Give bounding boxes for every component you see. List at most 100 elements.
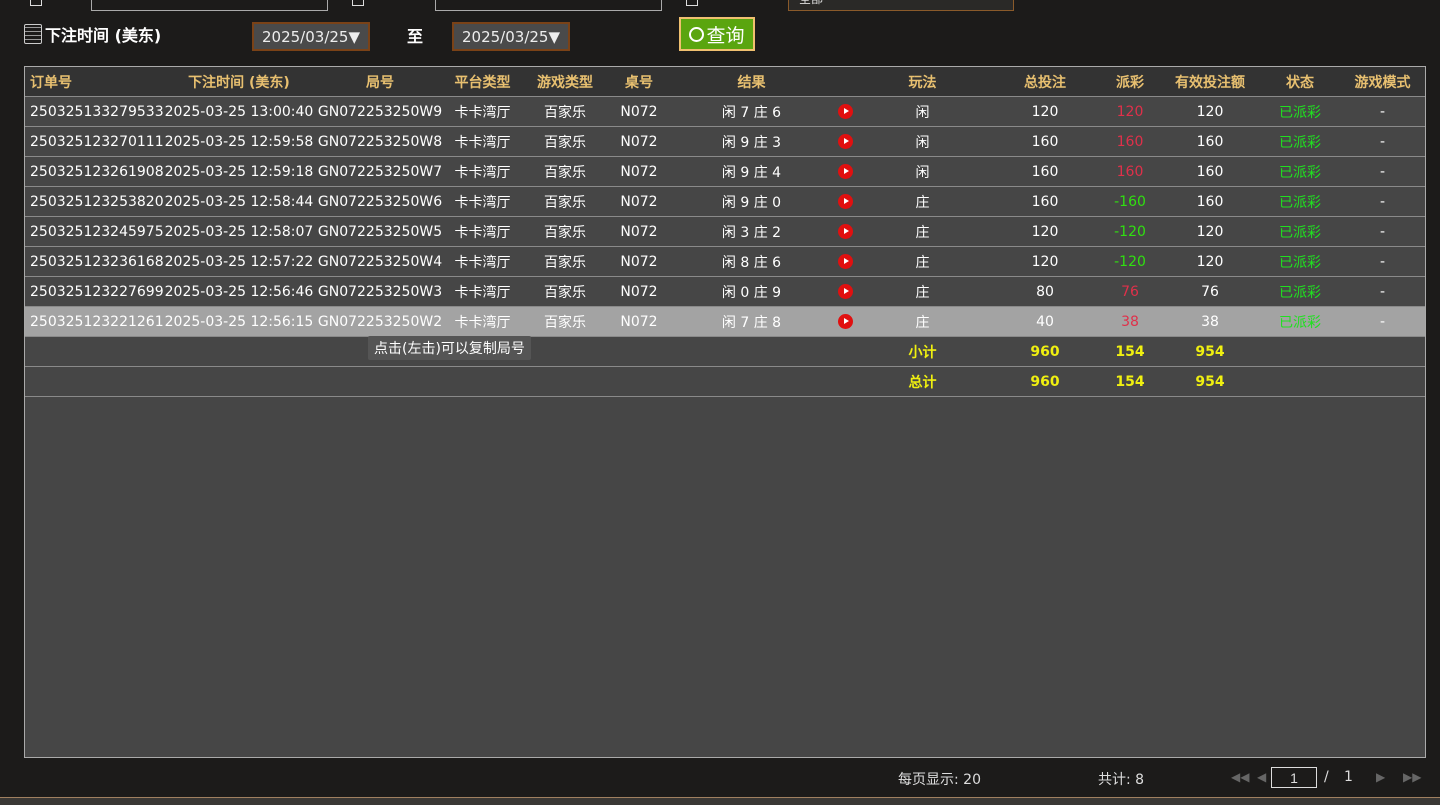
- search-icon: [689, 26, 705, 42]
- cell[interactable]: GN072253250W3: [315, 284, 445, 300]
- cell: 120: [1031, 223, 1059, 240]
- video-play-icon[interactable]: [835, 164, 855, 180]
- top-select[interactable]: 全部: [788, 0, 1014, 11]
- cell: 120: [1196, 223, 1224, 240]
- table-row[interactable]: 250325123236168 2025-03-25 12:57:22 GN0722…: [25, 247, 1425, 277]
- cell: 已派彩: [1279, 164, 1321, 181]
- page-input[interactable]: [1271, 767, 1317, 788]
- cell: 40: [1036, 313, 1054, 330]
- cell: -: [1379, 103, 1386, 120]
- cell: 庄: [915, 254, 930, 271]
- video-play-icon[interactable]: [835, 104, 855, 120]
- cell: -: [1379, 193, 1386, 210]
- cell: 120: [1116, 103, 1144, 120]
- cell: -: [1379, 283, 1386, 300]
- table-row[interactable]: 250325123245975 2025-03-25 12:58:07 GN0722…: [25, 217, 1425, 247]
- column-header: 游戏类型: [537, 74, 593, 91]
- cell: 庄: [915, 284, 930, 301]
- column-header: 游戏模式: [1354, 74, 1411, 91]
- cell[interactable]: GN072253250W8: [315, 134, 445, 150]
- grandtotal-label: 总计: [908, 374, 937, 391]
- cell: 120: [1031, 103, 1059, 120]
- column-header: 结果: [737, 74, 766, 91]
- cell: 闲: [915, 164, 930, 181]
- cell[interactable]: GN072253250W7: [315, 164, 445, 180]
- video-play-icon[interactable]: [835, 284, 855, 300]
- cell: 250325123245975: [30, 223, 163, 240]
- first-page-icon[interactable]: ◀◀: [1231, 770, 1249, 784]
- cell: 120: [1196, 103, 1224, 120]
- cell: 120: [1196, 253, 1224, 270]
- table-row[interactable]: 250325123227699 2025-03-25 12:56:46 GN0722…: [25, 277, 1425, 307]
- table-row[interactable]: 250325123221261 2025-03-25 12:56:15 GN0722…: [25, 307, 1425, 337]
- cell: 已派彩: [1279, 224, 1321, 241]
- text-input-2[interactable]: [435, 0, 662, 11]
- column-header: 派彩: [1116, 74, 1144, 91]
- cell: 2025-03-25 12:59:58: [164, 133, 314, 150]
- date-from[interactable]: 2025/03/25▼: [252, 22, 370, 51]
- prev-page-icon[interactable]: ◀: [1257, 770, 1266, 784]
- cell: 闲 7 庄 6: [721, 104, 782, 121]
- cell: 160: [1031, 163, 1059, 180]
- query-button[interactable]: 查询: [679, 17, 755, 51]
- cell: 160: [1116, 163, 1144, 180]
- cell: 2025-03-25 12:59:18: [164, 163, 314, 180]
- cell: -: [1379, 163, 1386, 180]
- cell: 已派彩: [1279, 254, 1321, 271]
- cell: 38: [1201, 313, 1219, 330]
- cell: 2025-03-25 13:00:40: [164, 103, 314, 120]
- cell[interactable]: GN072253250W4: [315, 254, 445, 270]
- cell: -: [1379, 133, 1386, 150]
- cell: 250325123270111: [30, 133, 163, 150]
- column-header: 状态: [1286, 74, 1314, 91]
- cell[interactable]: GN072253250W2: [315, 314, 445, 330]
- cell: 卡卡湾厅: [454, 134, 511, 151]
- cell: 卡卡湾厅: [454, 284, 511, 301]
- text-input-1[interactable]: [91, 0, 328, 11]
- cell: 庄: [915, 314, 930, 331]
- cell: 80: [1036, 283, 1054, 300]
- cell: -120: [1114, 253, 1146, 270]
- last-page-icon[interactable]: ▶▶: [1403, 770, 1421, 784]
- column-header: 下注时间 (美东): [188, 74, 290, 91]
- next-page-icon[interactable]: ▶: [1376, 770, 1385, 784]
- cell: 闲: [915, 104, 930, 121]
- video-play-icon[interactable]: [835, 254, 855, 270]
- cell: 2025-03-25 12:56:15: [164, 313, 314, 330]
- cell: 闲: [915, 134, 930, 151]
- cell: 百家乐: [544, 194, 586, 211]
- cell: N072: [620, 193, 658, 210]
- date-to[interactable]: 2025/03/25▼: [452, 22, 570, 51]
- cell[interactable]: GN072253250W5: [315, 224, 445, 240]
- cell: 卡卡湾厅: [454, 314, 511, 331]
- cell: 已派彩: [1279, 104, 1321, 121]
- cell: 160: [1196, 133, 1224, 150]
- cell: 160: [1116, 133, 1144, 150]
- video-play-icon[interactable]: [835, 194, 855, 210]
- table-row[interactable]: 250325123261908 2025-03-25 12:59:18 GN0722…: [25, 157, 1425, 187]
- cell: -160: [1114, 193, 1146, 210]
- total-count: 共计: 8: [1098, 772, 1145, 788]
- table-row[interactable]: 250325123253820 2025-03-25 12:58:44 GN0722…: [25, 187, 1425, 217]
- cell: 250325123227699: [30, 283, 163, 300]
- cell: 百家乐: [544, 164, 586, 181]
- calendar-icon: [24, 24, 42, 44]
- cell: 250325123221261: [30, 313, 163, 330]
- cell: N072: [620, 163, 658, 180]
- cell: 已派彩: [1279, 134, 1321, 151]
- video-play-icon[interactable]: [835, 224, 855, 240]
- cell: 闲 8 庄 6: [721, 254, 782, 271]
- table-row[interactable]: 250325123270111 2025-03-25 12:59:58 GN0722…: [25, 127, 1425, 157]
- video-play-icon[interactable]: [835, 134, 855, 150]
- cell: 160: [1031, 193, 1059, 210]
- video-play-icon[interactable]: [835, 314, 855, 330]
- table-row[interactable]: 250325133279533 2025-03-25 13:00:40 GN0722…: [25, 97, 1425, 127]
- cell: 闲 9 庄 0: [721, 194, 782, 211]
- subtotal-label: 小计: [908, 344, 937, 361]
- cell[interactable]: GN072253250W6: [315, 194, 445, 210]
- grandtotal-valid: 954: [1195, 373, 1225, 390]
- cell: 闲 9 庄 4: [721, 164, 782, 181]
- cell[interactable]: GN072253250W9: [315, 104, 445, 120]
- cell: 庄: [915, 194, 930, 211]
- table-header: 订单号 下注时间 (美东) 局号 平台类型 游戏类型 桌号 结果 玩法 总投注 派彩 有效投注额 状态…: [25, 67, 1425, 97]
